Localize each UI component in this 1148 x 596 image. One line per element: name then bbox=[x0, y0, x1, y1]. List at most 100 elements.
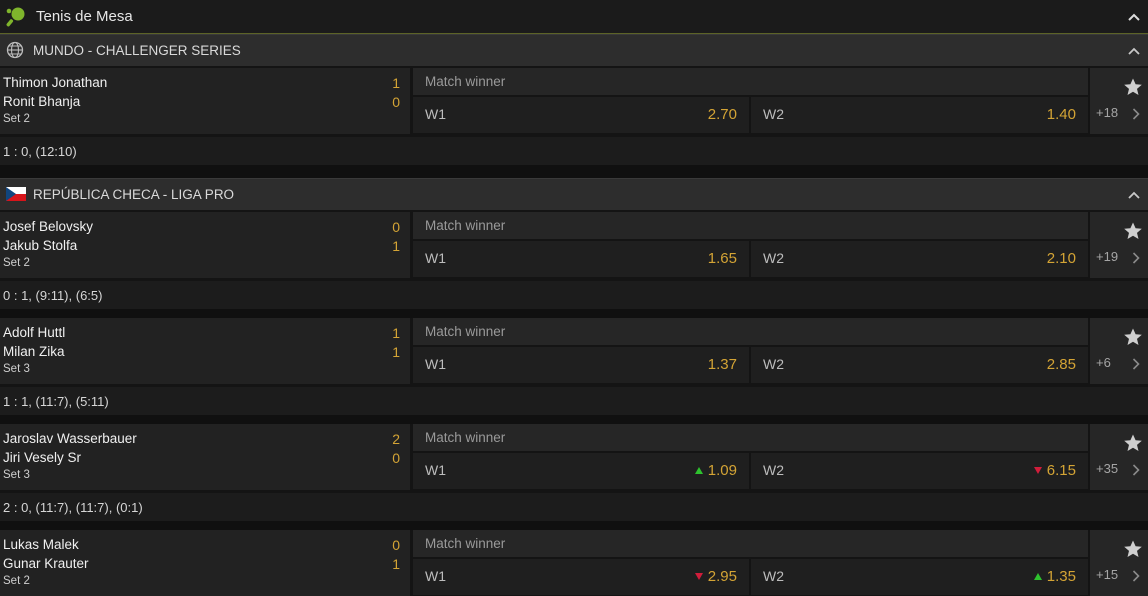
market-name: Match winner bbox=[425, 324, 506, 339]
odd-up-icon bbox=[1033, 573, 1042, 580]
w1-odd-button[interactable]: W1 1.65 bbox=[413, 241, 749, 277]
more-markets[interactable]: +6 bbox=[1090, 318, 1148, 384]
w2-label: W2 bbox=[763, 568, 784, 584]
chevron-right-icon bbox=[1132, 252, 1140, 264]
match-teams[interactable]: Thimon Jonathan Ronit Bhanja 1 0 Set 2 bbox=[0, 68, 410, 134]
w1-odd-value-wrap: 2.70 bbox=[708, 106, 737, 123]
spacer bbox=[0, 415, 1148, 424]
odd-down-icon bbox=[694, 573, 703, 580]
league-name: REPÚBLICA CHECA - LIGA PRO bbox=[33, 187, 235, 202]
market-name: Match winner bbox=[425, 74, 506, 89]
favorite-star-icon[interactable] bbox=[1123, 221, 1143, 241]
w2-label: W2 bbox=[763, 106, 784, 122]
w1-odd-button[interactable]: W1 2.95 bbox=[413, 559, 749, 595]
favorite-star-icon[interactable] bbox=[1123, 77, 1143, 97]
team-2-name: Ronit Bhanja bbox=[3, 94, 81, 109]
match-teams[interactable]: Adolf Huttl Milan Zika 1 1 Set 3 bbox=[0, 318, 410, 384]
odd-up-icon bbox=[694, 467, 703, 474]
league-header[interactable]: REPÚBLICA CHECA - LIGA PRO bbox=[0, 178, 1148, 210]
team-1-score: 1 bbox=[392, 325, 400, 341]
market-header: Match winner bbox=[413, 530, 1088, 557]
team-1-score: 0 bbox=[392, 537, 400, 553]
team-2-score: 1 bbox=[392, 344, 400, 360]
w2-odd-value: 6.15 bbox=[1046, 462, 1076, 479]
match-row: Josef Belovsky Jakub Stolfa 0 1 Set 2 Match w… bbox=[0, 212, 1148, 278]
current-set: Set 3 bbox=[3, 363, 30, 375]
team-2-score: 1 bbox=[392, 238, 400, 254]
w2-odd-value: 1.40 bbox=[1046, 106, 1076, 123]
w1-odd-value: 2.95 bbox=[707, 568, 737, 585]
chevron-up-icon[interactable] bbox=[1128, 13, 1140, 21]
match-row: Lukas Malek Gunar Krauter 0 1 Set 2 Match win… bbox=[0, 530, 1148, 596]
globe-icon bbox=[6, 41, 26, 59]
w2-odd-button[interactable]: W2 1.35 bbox=[751, 559, 1088, 595]
match-score-detail: 0 : 1, (9:11), (6:5) bbox=[0, 281, 1148, 309]
more-markets-count: +6 bbox=[1096, 355, 1111, 370]
team-1-name: Jaroslav Wasserbauer bbox=[3, 431, 137, 446]
market-name: Match winner bbox=[425, 218, 506, 233]
team-1-name: Josef Belovsky bbox=[3, 219, 94, 234]
more-markets[interactable]: +18 bbox=[1090, 68, 1148, 134]
favorite-star-icon[interactable] bbox=[1123, 539, 1143, 559]
match-row: Thimon Jonathan Ronit Bhanja 1 0 Set 2 Match … bbox=[0, 68, 1148, 134]
more-markets[interactable]: +19 bbox=[1090, 212, 1148, 278]
w2-odd-value: 2.85 bbox=[1046, 356, 1076, 373]
odd-down-icon bbox=[1033, 467, 1042, 474]
current-set: Set 2 bbox=[3, 257, 30, 269]
w2-odd-button[interactable]: W2 2.10 bbox=[751, 241, 1088, 277]
match-score-detail: 1 : 0, (12:10) bbox=[0, 137, 1148, 165]
current-set: Set 2 bbox=[3, 113, 30, 125]
team-2-score: 0 bbox=[392, 450, 400, 466]
more-markets[interactable]: +15 bbox=[1090, 530, 1148, 596]
czech-flag-icon bbox=[6, 187, 26, 202]
chevron-up-icon[interactable] bbox=[1128, 47, 1140, 55]
match-teams[interactable]: Lukas Malek Gunar Krauter 0 1 Set 2 bbox=[0, 530, 410, 596]
team-1-score: 0 bbox=[392, 219, 400, 235]
sport-header[interactable]: Tenis de Mesa bbox=[0, 0, 1148, 34]
w1-odd-button[interactable]: W1 1.09 bbox=[413, 453, 749, 489]
chevron-right-icon bbox=[1132, 570, 1140, 582]
w1-odd-value-wrap: 2.95 bbox=[694, 568, 737, 585]
favorite-star-icon[interactable] bbox=[1123, 327, 1143, 347]
w1-odd-value: 1.65 bbox=[707, 250, 737, 267]
match-row: Jaroslav Wasserbauer Jiri Vesely Sr 2 0 Set … bbox=[0, 424, 1148, 490]
match-score-detail: 2 : 0, (11:7), (11:7), (0:1) bbox=[0, 493, 1148, 521]
w1-odd-value-wrap: 1.65 bbox=[708, 250, 737, 267]
more-markets[interactable]: +35 bbox=[1090, 424, 1148, 490]
chevron-right-icon bbox=[1132, 108, 1140, 120]
favorite-star-icon[interactable] bbox=[1123, 433, 1143, 453]
match-score-detail: 1 : 1, (11:7), (5:11) bbox=[0, 387, 1148, 415]
w1-odd-button[interactable]: W1 2.70 bbox=[413, 97, 749, 133]
chevron-right-icon bbox=[1132, 358, 1140, 370]
team-2-name: Jakub Stolfa bbox=[3, 238, 78, 253]
match-teams[interactable]: Josef Belovsky Jakub Stolfa 0 1 Set 2 bbox=[0, 212, 410, 278]
w2-odd-value-wrap: 2.10 bbox=[1047, 250, 1076, 267]
team-1-name: Lukas Malek bbox=[3, 537, 79, 552]
w2-odd-value-wrap: 1.40 bbox=[1047, 106, 1076, 123]
spacer bbox=[0, 521, 1148, 530]
chevron-up-icon[interactable] bbox=[1128, 191, 1140, 199]
w1-odd-value: 1.09 bbox=[707, 462, 737, 479]
w2-odd-value-wrap: 2.85 bbox=[1047, 356, 1076, 373]
market-header: Match winner bbox=[413, 424, 1088, 451]
w2-odd-button[interactable]: W2 6.15 bbox=[751, 453, 1088, 489]
w2-odd-button[interactable]: W2 2.85 bbox=[751, 347, 1088, 383]
market-header: Match winner bbox=[413, 318, 1088, 345]
w1-label: W1 bbox=[425, 356, 446, 372]
team-2-score: 0 bbox=[392, 94, 400, 110]
team-2-name: Jiri Vesely Sr bbox=[3, 450, 82, 465]
w2-odd-value-wrap: 6.15 bbox=[1033, 462, 1076, 479]
w1-odd-button[interactable]: W1 1.37 bbox=[413, 347, 749, 383]
league-name: MUNDO - CHALLENGER SERIES bbox=[33, 43, 241, 58]
w2-label: W2 bbox=[763, 250, 784, 266]
market-header: Match winner bbox=[413, 212, 1088, 239]
chevron-right-icon bbox=[1132, 464, 1140, 476]
w1-label: W1 bbox=[425, 106, 446, 122]
team-2-name: Gunar Krauter bbox=[3, 556, 89, 571]
league-header[interactable]: MUNDO - CHALLENGER SERIES bbox=[0, 34, 1148, 66]
match-teams[interactable]: Jaroslav Wasserbauer Jiri Vesely Sr 2 0 Set … bbox=[0, 424, 410, 490]
w2-odd-button[interactable]: W2 1.40 bbox=[751, 97, 1088, 133]
team-1-name: Adolf Huttl bbox=[3, 325, 66, 340]
match-row: Adolf Huttl Milan Zika 1 1 Set 3 Match winner… bbox=[0, 318, 1148, 384]
w1-odd-value: 1.37 bbox=[707, 356, 737, 373]
